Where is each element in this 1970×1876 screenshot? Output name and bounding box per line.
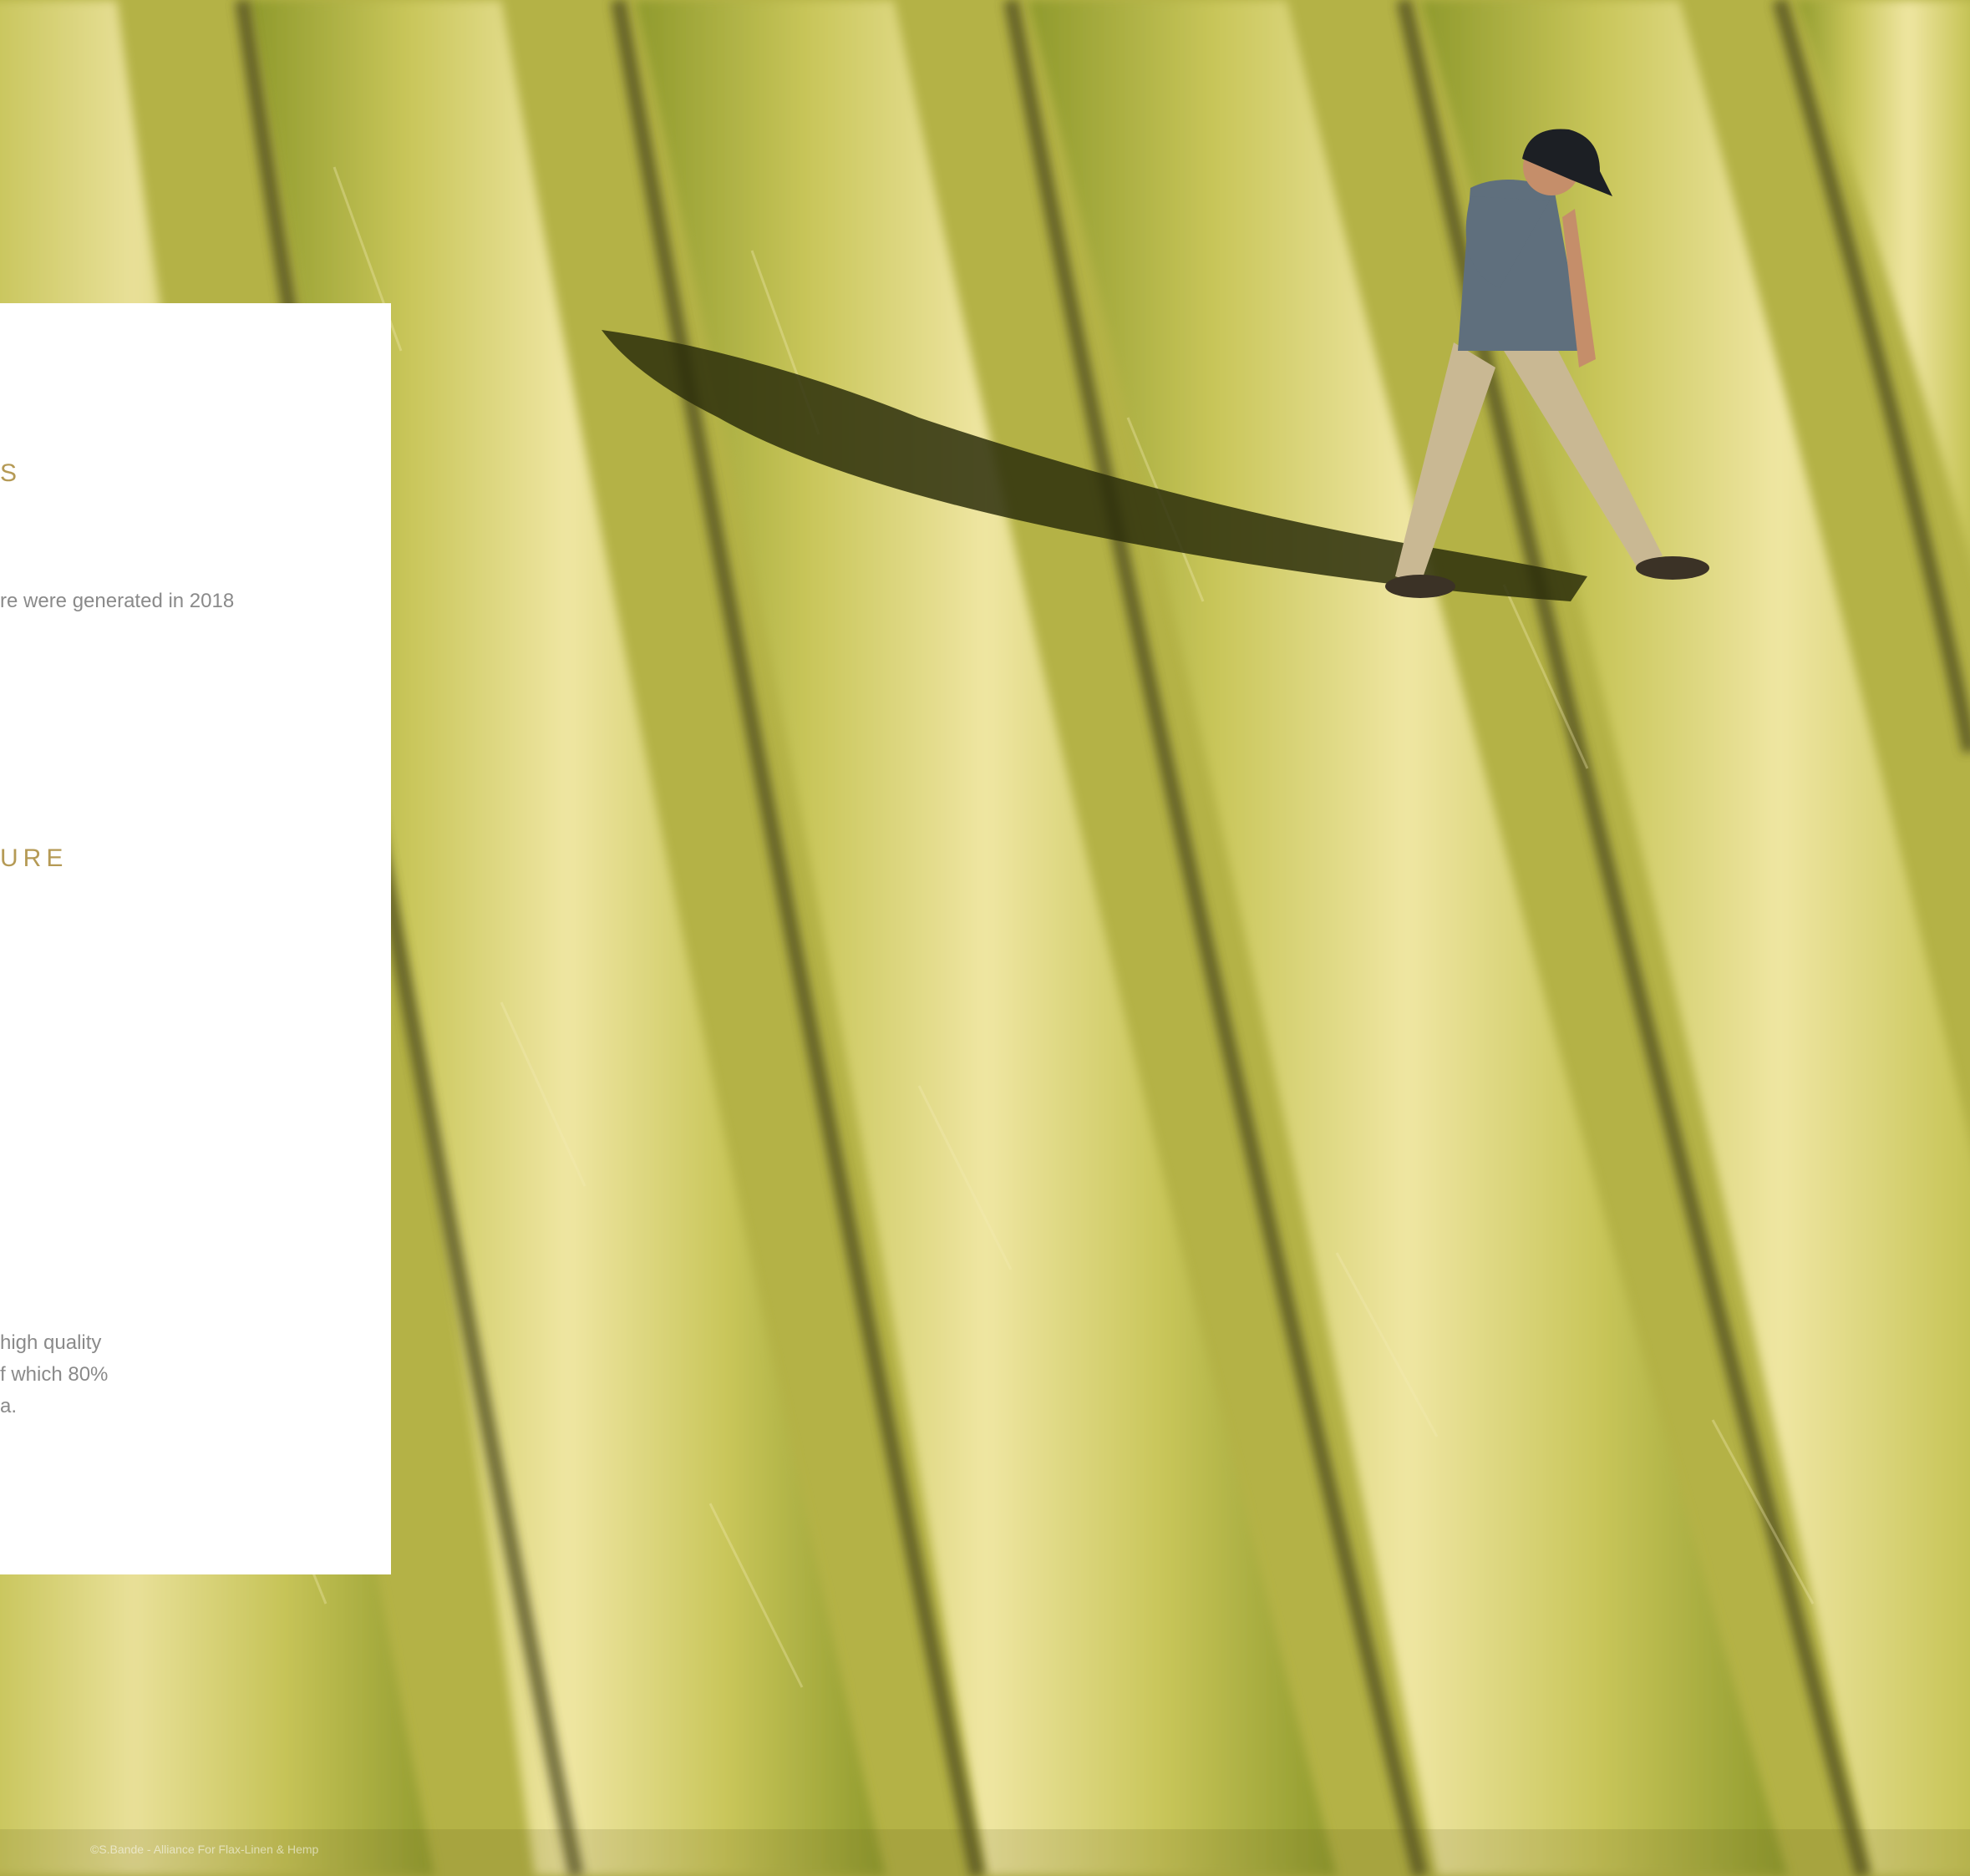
photo-credit: ©S.Bande - Alliance For Flax-Linen & Hem… [90, 1843, 319, 1856]
section-heading-1: S [0, 459, 23, 487]
panel-text-2-line-3: a. [0, 1395, 18, 1417]
section-heading-2: URE [0, 844, 69, 872]
panel-text-1: re were generated in 2018 [0, 590, 235, 612]
panel-text-2-line-2: f which 80% [0, 1363, 109, 1386]
panel-text-2-line-1: high quality [0, 1331, 102, 1354]
text-panel: S re were generated in 2018 URE high qua… [0, 303, 391, 1574]
page: S re were generated in 2018 URE high qua… [0, 0, 1970, 1876]
